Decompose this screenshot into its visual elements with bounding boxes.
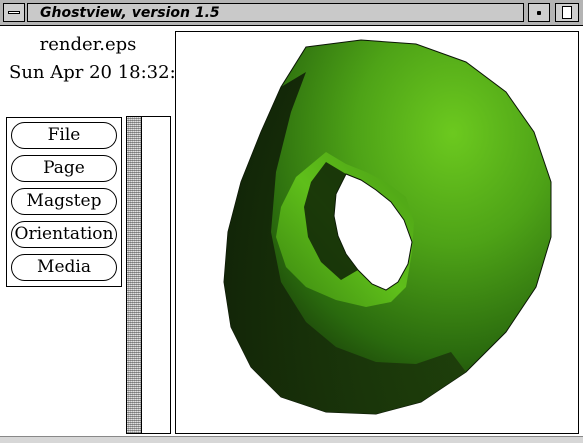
title-area[interactable]: Ghostview, version 1.5	[27, 3, 524, 22]
window-title: Ghostview, version 1.5	[40, 5, 220, 21]
magstep-button[interactable]: Magstep	[11, 188, 117, 215]
file-button[interactable]: File	[11, 122, 117, 149]
command-button-box: File Page Magstep Orientation Media	[6, 117, 122, 287]
torus-render-image	[223, 39, 552, 415]
window-titlebar[interactable]: Ghostview, version 1.5	[0, 0, 583, 26]
window-menu-icon[interactable]	[3, 3, 25, 22]
file-date: Sun Apr 20 18:32:0	[9, 62, 175, 83]
media-button[interactable]: Media	[11, 254, 117, 281]
maximize-icon[interactable]	[555, 3, 579, 22]
file-name: render.eps	[39, 34, 137, 55]
page-viewport[interactable]	[175, 31, 579, 434]
minimize-icon[interactable]	[528, 3, 550, 22]
orientation-button[interactable]: Orientation	[11, 221, 117, 248]
page-button[interactable]: Page	[11, 155, 117, 182]
page-list-panel[interactable]	[126, 116, 171, 434]
scrollbar-thumb[interactable]	[127, 117, 142, 433]
